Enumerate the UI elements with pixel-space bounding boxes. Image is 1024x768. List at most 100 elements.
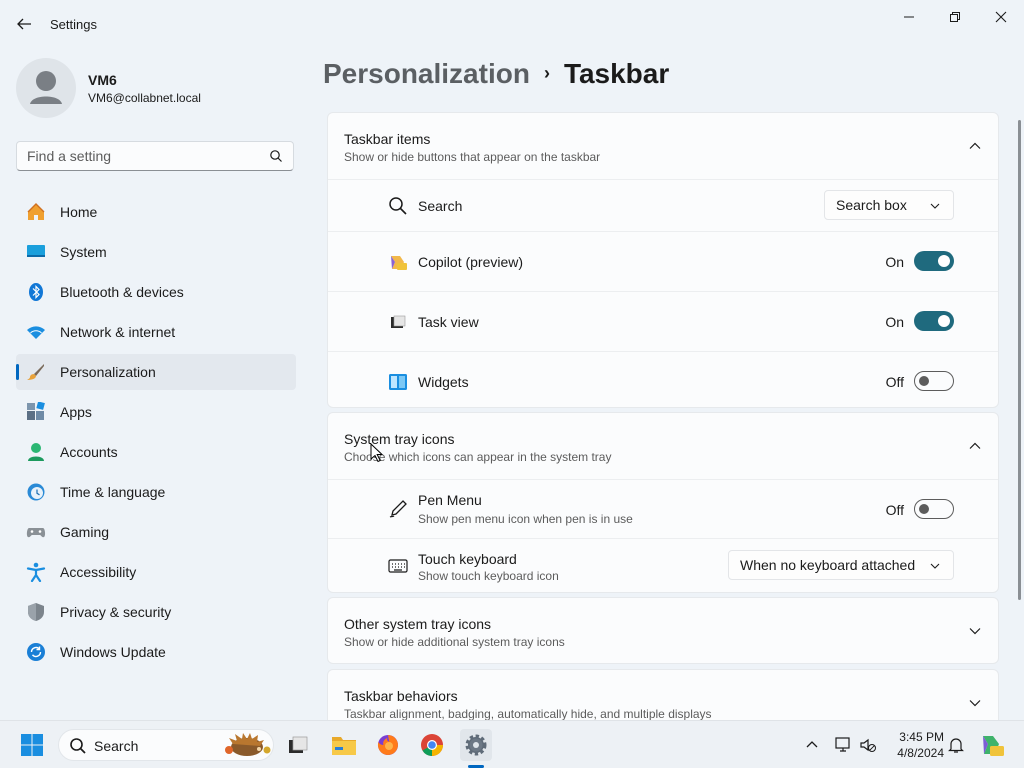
search-icon: [70, 738, 86, 754]
card-title: Taskbar items: [344, 131, 431, 147]
folder-icon: [332, 737, 356, 755]
breadcrumb: Personalization › Taskbar: [323, 58, 669, 90]
sidebar-item-home[interactable]: Home: [16, 194, 296, 230]
toggle-state-text: On: [885, 314, 904, 330]
sidebar-item-windows-update[interactable]: Windows Update: [16, 634, 296, 670]
search-icon: [389, 197, 407, 215]
chevron-down-icon: [969, 700, 981, 707]
breadcrumb-parent[interactable]: Personalization: [323, 58, 530, 89]
dropdown-value: When no keyboard attached: [740, 557, 916, 573]
toggle-knob: [938, 315, 950, 327]
sidebar-item-gaming[interactable]: Gaming: [16, 514, 296, 550]
toggle-state-text: Off: [885, 502, 904, 518]
sidebar-item-personalization[interactable]: Personalization: [16, 354, 296, 390]
chevron-up-icon: [806, 741, 818, 748]
chevron-up-icon: [969, 442, 981, 449]
card-title: Other system tray icons: [344, 616, 492, 632]
maximize-button[interactable]: [932, 6, 978, 28]
chrome-icon: [421, 734, 443, 756]
widgets-label: Widgets: [418, 374, 469, 390]
title-bar: Settings: [0, 0, 1024, 48]
taskbar-firefox[interactable]: [372, 729, 404, 761]
sidebar-item-apps[interactable]: Apps: [16, 394, 296, 430]
sidebar-item-system[interactable]: System: [16, 234, 296, 270]
update-icon: [27, 643, 45, 661]
search-input[interactable]: [27, 148, 257, 164]
page-title: Taskbar: [563, 58, 670, 89]
sidebar-item-label: System: [60, 244, 107, 260]
wifi-icon: [27, 326, 45, 339]
copilot-pre-icon: [983, 736, 1004, 756]
keyboard-icon: [388, 559, 408, 573]
bell-icon: [948, 738, 964, 753]
minimize-button[interactable]: [886, 6, 932, 28]
sidebar-item-label: Accounts: [60, 444, 118, 460]
taskbar-items-header[interactable]: Taskbar items Show or hide buttons that …: [328, 113, 998, 179]
card-subtitle: Show or hide buttons that appear on the …: [344, 150, 601, 164]
back-button[interactable]: [12, 12, 36, 36]
sidebar-item-bluetooth[interactable]: Bluetooth & devices: [16, 274, 296, 310]
taskbar-search-label: Search: [94, 738, 139, 754]
system-tray-header[interactable]: System tray icons Choose which icons can…: [328, 413, 998, 479]
taskbar-settings[interactable]: [460, 729, 492, 761]
clock-time: 3:45 PM: [899, 730, 944, 744]
search-row: Search Search box: [328, 179, 998, 231]
task-view-row: Task view On: [328, 291, 998, 351]
widgets-toggle[interactable]: [914, 371, 954, 391]
chevron-down-icon: [930, 563, 940, 569]
copilot-toggle[interactable]: [914, 251, 954, 271]
volume-tray-button[interactable]: [852, 729, 884, 761]
brush-icon: [27, 364, 44, 380]
sidebar-item-accessibility[interactable]: Accessibility: [16, 554, 296, 590]
close-icon: [995, 11, 1007, 23]
taskbar-clock[interactable]: 3:45 PM 4/8/2024: [888, 729, 944, 761]
sidebar-item-privacy[interactable]: Privacy & security: [16, 594, 296, 630]
sidebar-item-label: Personalization: [60, 364, 156, 380]
settings-gear-icon: [465, 734, 487, 756]
touch-keyboard-row: Touch keyboard Show touch keyboard icon …: [328, 538, 998, 592]
search-row-label: Search: [418, 198, 463, 214]
copilot-label: Copilot (preview): [418, 254, 524, 270]
notifications-button[interactable]: [940, 729, 972, 761]
taskbar-search-box[interactable]: Search: [58, 729, 274, 761]
content-scrollbar[interactable]: [1018, 120, 1021, 600]
start-button[interactable]: [16, 729, 48, 761]
task-view-label: Task view: [418, 314, 479, 330]
sidebar-item-accounts[interactable]: Accounts: [16, 434, 296, 470]
widgets-row: Widgets Off: [328, 351, 998, 407]
sidebar-item-label: Apps: [60, 404, 92, 420]
windows-taskbar: Search 3:45 PM 4/8/2024: [0, 720, 1024, 768]
pen-menu-toggle[interactable]: [914, 499, 954, 519]
hedgehog-highlight-icon: [225, 733, 271, 756]
touch-keyboard-subtitle: Show touch keyboard icon: [418, 569, 559, 583]
pen-menu-row: Pen Menu Show pen menu icon when pen is …: [328, 479, 998, 538]
task-view-icon: [289, 736, 308, 753]
toggle-knob: [919, 504, 929, 514]
search-icon: [270, 150, 282, 162]
home-icon: [27, 203, 45, 220]
other-tray-icons-card[interactable]: Other system tray icons Show or hide add…: [327, 597, 999, 664]
avatar[interactable]: [16, 58, 76, 118]
card-subtitle: Show or hide additional system tray icon…: [344, 635, 565, 649]
card-subtitle: Choose which icons can appear in the sys…: [344, 450, 612, 464]
firefox-icon: [377, 735, 398, 755]
show-hidden-icons-button[interactable]: [796, 729, 828, 761]
sidebar-item-label: Privacy & security: [60, 604, 172, 620]
clock-date: 4/8/2024: [897, 746, 944, 760]
touch-keyboard-dropdown[interactable]: When no keyboard attached: [728, 550, 954, 580]
taskbar-chrome[interactable]: [416, 729, 448, 761]
task-view-toggle[interactable]: [914, 311, 954, 331]
sidebar-item-label: Windows Update: [60, 644, 166, 660]
sidebar-item-label: Home: [60, 204, 98, 220]
taskbar-task-view[interactable]: [282, 729, 314, 761]
breadcrumb-separator: ›: [543, 63, 550, 83]
sidebar-item-time-language[interactable]: Time & language: [16, 474, 296, 510]
close-button[interactable]: [978, 6, 1024, 28]
system-icon: [27, 245, 45, 257]
copilot-taskbar-button[interactable]: [976, 729, 1008, 761]
search-mode-dropdown[interactable]: Search box: [824, 190, 954, 220]
taskbar-file-explorer[interactable]: [328, 729, 360, 761]
accounts-icon: [28, 443, 44, 461]
mouse-cursor-icon: [370, 443, 384, 463]
sidebar-item-network[interactable]: Network & internet: [16, 314, 296, 350]
